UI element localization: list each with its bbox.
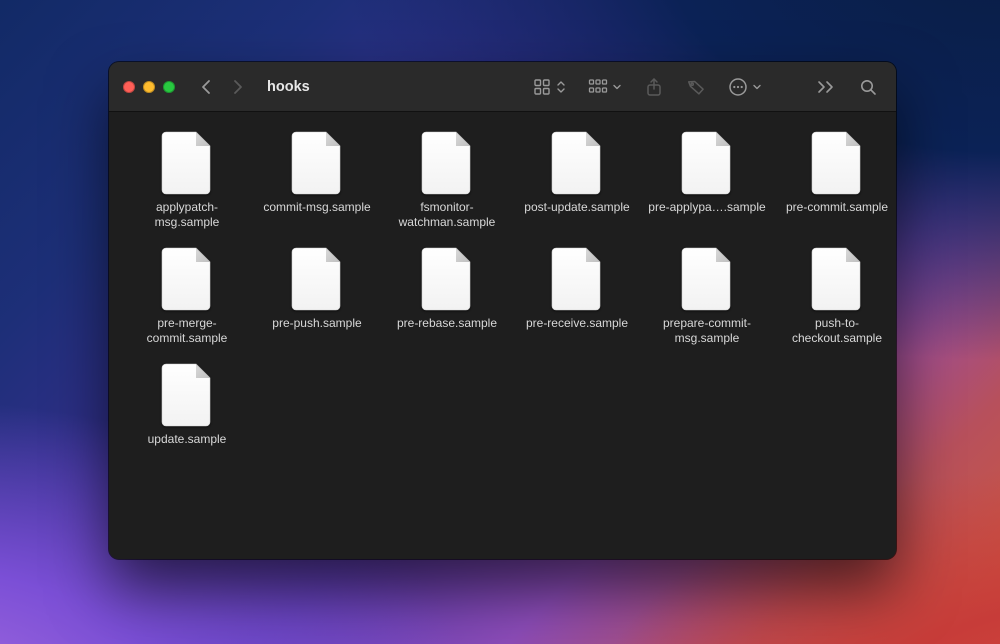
titlebar: hooks	[109, 62, 896, 112]
chevron-down-icon	[752, 82, 762, 92]
chevron-down-icon	[612, 82, 622, 92]
document-icon	[680, 130, 734, 196]
file-item[interactable]: pre-push.sample	[255, 246, 379, 346]
file-label: push-to-checkout.sample	[778, 316, 896, 346]
file-item[interactable]: pre-applypa….sample	[645, 130, 769, 230]
file-item[interactable]: commit-msg.sample	[255, 130, 379, 230]
file-label: pre-merge-commit.sample	[128, 316, 246, 346]
file-label: fsmonitor-watchman.sample	[388, 200, 506, 230]
file-label: pre-applypa….sample	[648, 200, 765, 215]
actions-button[interactable]	[724, 73, 766, 101]
group-icon	[588, 78, 608, 96]
document-icon	[420, 130, 474, 196]
file-label: pre-commit.sample	[786, 200, 888, 215]
share-icon	[645, 77, 663, 97]
document-icon	[290, 246, 344, 312]
file-label: pre-receive.sample	[526, 316, 628, 331]
document-icon	[160, 246, 214, 312]
file-item[interactable]: fsmonitor-watchman.sample	[385, 130, 509, 230]
group-by-button[interactable]	[584, 73, 626, 101]
file-item[interactable]: pre-commit.sample	[775, 130, 896, 230]
minimize-button[interactable]	[143, 81, 155, 93]
overflow-button[interactable]	[812, 73, 840, 101]
file-grid: applypatch-msg.sample commit-msg.sample fs…	[125, 130, 886, 447]
file-label: post-update.sample	[524, 200, 629, 215]
document-icon	[810, 246, 864, 312]
file-label: prepare-commit-msg.sample	[648, 316, 766, 346]
file-item[interactable]: post-update.sample	[515, 130, 639, 230]
finder-window: hooks	[109, 62, 896, 559]
back-button[interactable]	[193, 73, 221, 101]
view-icons-button[interactable]	[529, 73, 570, 101]
file-label: pre-push.sample	[272, 316, 361, 331]
document-icon	[160, 362, 214, 428]
document-icon	[550, 130, 604, 196]
search-icon	[859, 78, 877, 96]
file-label: commit-msg.sample	[263, 200, 370, 215]
document-icon	[420, 246, 474, 312]
file-label: applypatch-msg.sample	[128, 200, 246, 230]
document-icon	[810, 130, 864, 196]
window-controls	[123, 81, 175, 93]
nav-buttons	[193, 73, 251, 101]
file-item[interactable]: push-to-checkout.sample	[775, 246, 896, 346]
chevron-right-icon	[229, 79, 245, 95]
document-icon	[160, 130, 214, 196]
document-icon	[550, 246, 604, 312]
tags-button[interactable]	[682, 73, 710, 101]
grid-icon	[533, 78, 551, 96]
file-label: pre-rebase.sample	[397, 316, 497, 331]
up-down-chevron-icon	[556, 80, 566, 94]
window-title: hooks	[267, 79, 310, 95]
zoom-button[interactable]	[163, 81, 175, 93]
double-chevron-right-icon	[817, 80, 835, 94]
search-button[interactable]	[854, 73, 882, 101]
file-label: update.sample	[148, 432, 227, 447]
share-button[interactable]	[640, 73, 668, 101]
file-item[interactable]: update.sample	[125, 362, 249, 447]
file-item[interactable]: pre-rebase.sample	[385, 246, 509, 346]
tag-icon	[686, 77, 706, 97]
ellipsis-circle-icon	[728, 77, 748, 97]
close-button[interactable]	[123, 81, 135, 93]
file-browser-content[interactable]: applypatch-msg.sample commit-msg.sample fs…	[109, 112, 896, 559]
document-icon	[290, 130, 344, 196]
forward-button[interactable]	[223, 73, 251, 101]
file-item[interactable]: pre-merge-commit.sample	[125, 246, 249, 346]
file-item[interactable]: prepare-commit-msg.sample	[645, 246, 769, 346]
chevron-left-icon	[199, 79, 215, 95]
document-icon	[680, 246, 734, 312]
file-item[interactable]: pre-receive.sample	[515, 246, 639, 346]
file-item[interactable]: applypatch-msg.sample	[125, 130, 249, 230]
toolbar-right	[529, 73, 882, 101]
